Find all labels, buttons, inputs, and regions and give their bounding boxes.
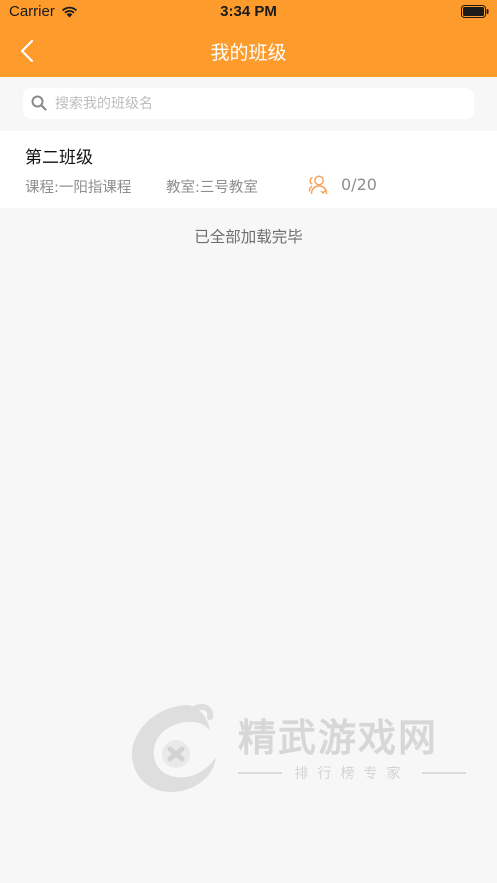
app-header: Carrier 3:34 PM 我的班级	[0, 0, 497, 77]
class-list-item[interactable]: 第二班级 课程:一阳指课程 教室:三号教室 0/20	[0, 131, 497, 208]
watermark: 精武游戏网 排行榜专家	[126, 697, 471, 797]
page-title: 我的班级	[210, 42, 287, 64]
watermark-logo-icon	[131, 704, 216, 792]
watermark-title: 精武游戏网	[238, 716, 439, 760]
class-course: 课程:一阳指课程	[25, 180, 132, 196]
class-enrollment: 0/20	[341, 175, 377, 194]
list-end-message: 已全部加载完毕	[194, 228, 303, 246]
navigation-bar: 我的班级	[0, 28, 497, 74]
status-time: 3:34 PM	[220, 3, 277, 20]
search-input[interactable]	[55, 88, 465, 119]
class-classroom: 教室:三号教室	[166, 180, 258, 196]
search-bar[interactable]	[23, 88, 474, 119]
class-name: 第二班级	[25, 148, 93, 168]
status-bar: Carrier 3:34 PM	[0, 0, 497, 26]
watermark-divider-right	[422, 772, 466, 774]
students-icon	[308, 175, 328, 195]
battery-icon	[461, 5, 489, 18]
search-icon	[31, 95, 47, 111]
